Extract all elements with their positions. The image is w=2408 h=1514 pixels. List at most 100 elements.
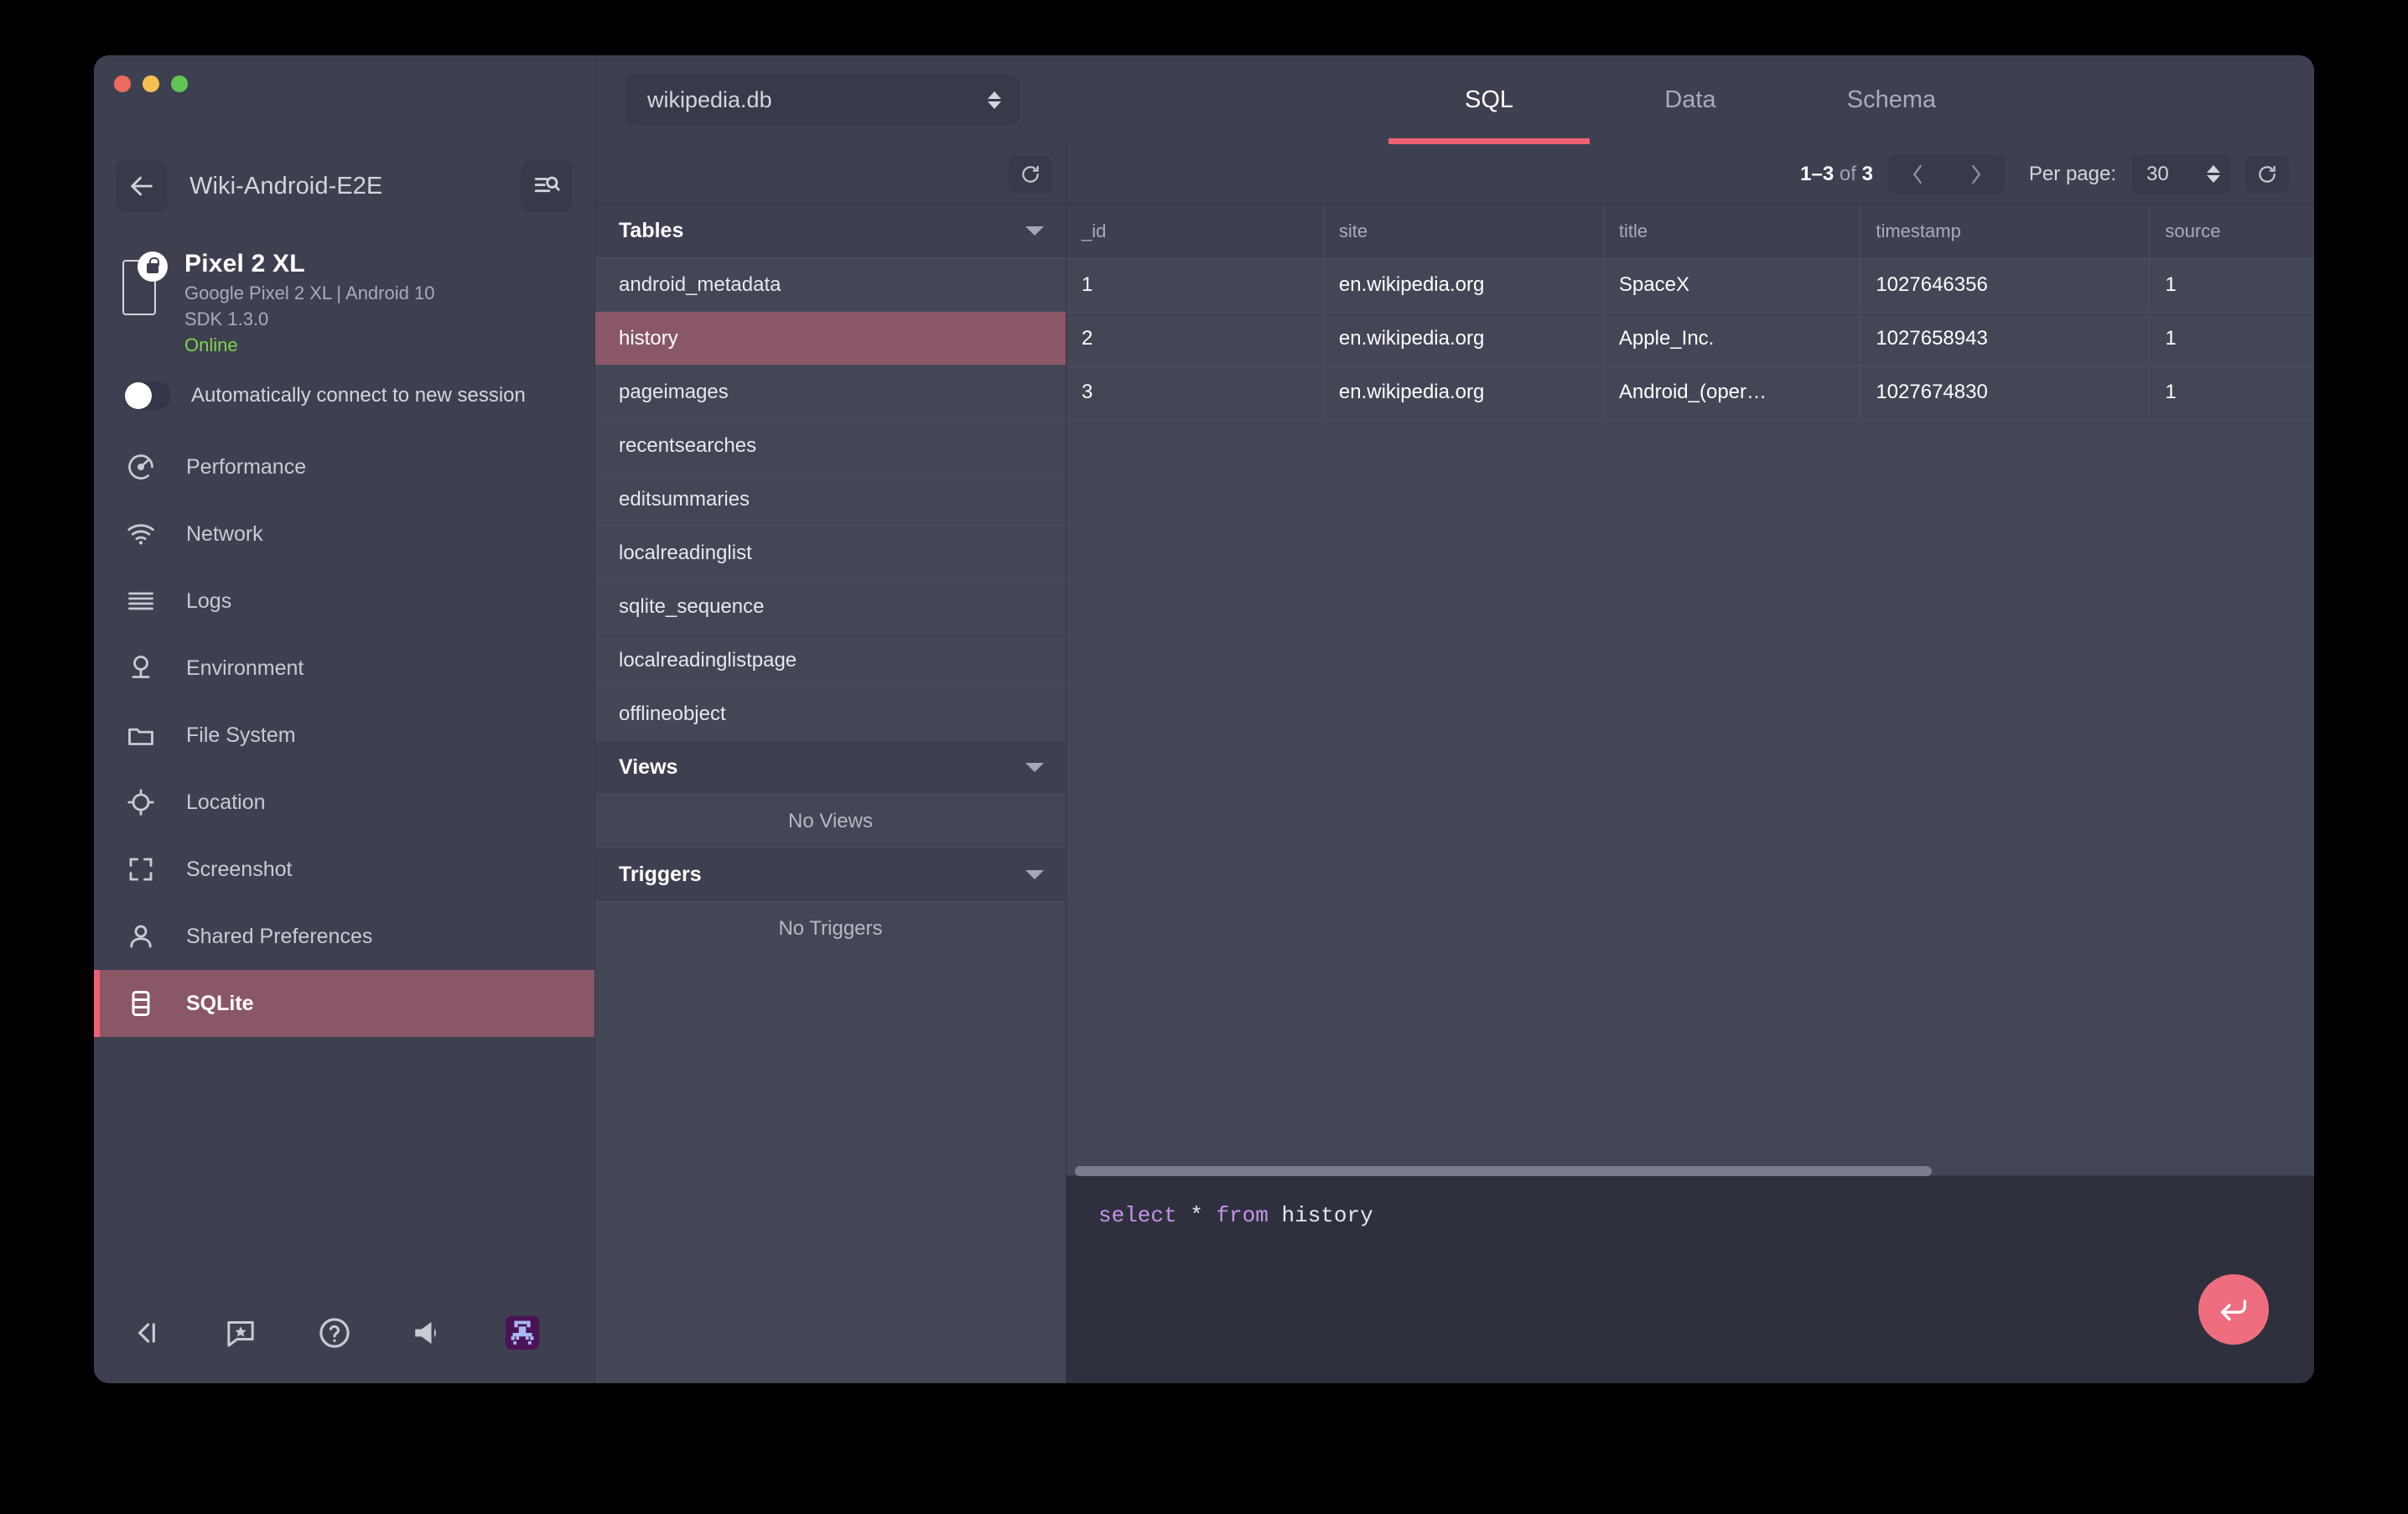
cell: 3: [1066, 366, 1323, 419]
table-list-item[interactable]: history: [595, 312, 1066, 366]
column-header[interactable]: timestamp: [1860, 205, 2150, 258]
sidebar-item-label: Environment: [186, 656, 304, 681]
chevron-left-icon: [1908, 162, 1927, 187]
db-selector-region: wikipedia.db: [595, 74, 1066, 126]
cell: Android_(oper…: [1603, 366, 1860, 419]
sidebar-item-logs[interactable]: Logs: [94, 568, 594, 635]
back-arrow-icon: [127, 172, 156, 200]
prev-page-button[interactable]: [1888, 154, 1947, 194]
next-page-button[interactable]: [1947, 154, 2006, 194]
maximize-window-button[interactable]: [171, 75, 188, 92]
sql-token-identifier: history: [1281, 1203, 1373, 1228]
sql-token-keyword: from: [1216, 1203, 1268, 1228]
table-list-item[interactable]: offlineobject: [595, 687, 1066, 741]
cell: en.wikipedia.org: [1323, 366, 1603, 419]
plugin-robot-icon[interactable]: [503, 1314, 542, 1352]
auto-connect-row[interactable]: Automatically connect to new session: [94, 356, 594, 410]
sidebar-item-label: File System: [186, 723, 296, 748]
cell: 1: [1066, 258, 1323, 312]
cell: Apple_Inc.: [1603, 312, 1860, 366]
sidebar-item-sqlite[interactable]: SQLite: [94, 970, 594, 1037]
table-row[interactable]: 3 en.wikipedia.org Android_(oper… 102767…: [1066, 366, 2314, 419]
section-header-triggers[interactable]: Triggers: [595, 848, 1066, 902]
feedback-icon[interactable]: [221, 1314, 260, 1352]
refresh-icon: [2256, 163, 2278, 185]
table-list-item[interactable]: android_metadata: [595, 258, 1066, 312]
back-button[interactable]: [116, 160, 168, 212]
folder-icon: [124, 718, 158, 752]
person-icon: [124, 920, 158, 953]
cell: SpaceX: [1603, 258, 1860, 312]
sidebar-item-performance[interactable]: Performance: [94, 433, 594, 500]
lines-icon: [124, 584, 158, 618]
table-list-item[interactable]: pageimages: [595, 366, 1066, 419]
traffic-lights: [114, 75, 188, 92]
gauge-icon: [124, 450, 158, 484]
tables-toolbar: [595, 144, 1066, 205]
tab-label: Schema: [1847, 86, 1936, 114]
table-row[interactable]: 1 en.wikipedia.org SpaceX 1027646356 1 n…: [1066, 258, 2314, 312]
column-header[interactable]: _id: [1066, 205, 1323, 258]
sidebar-item-label: Network: [186, 522, 263, 547]
run-query-button[interactable]: [2198, 1274, 2269, 1345]
chevron-updown-icon: [988, 91, 1001, 109]
table-list-item[interactable]: sqlite_sequence: [595, 580, 1066, 634]
sidebar-item-shared-preferences[interactable]: Shared Preferences: [94, 903, 594, 970]
lower-region: Tables android_metadata history pageimag…: [595, 144, 2314, 1383]
column-header[interactable]: site: [1323, 205, 1603, 258]
sidebar-item-file-system[interactable]: File System: [94, 702, 594, 769]
section-header-tables[interactable]: Tables: [595, 205, 1066, 258]
cell: en.wikipedia.org: [1323, 258, 1603, 312]
wifi-icon: [124, 517, 158, 551]
minimize-window-button[interactable]: [143, 75, 159, 92]
section-header-views[interactable]: Views: [595, 741, 1066, 795]
cell: en.wikipedia.org: [1323, 312, 1603, 366]
results-refresh-button[interactable]: [2245, 156, 2289, 193]
sidebar-item-screenshot[interactable]: Screenshot: [94, 836, 594, 903]
table-list-item[interactable]: localreadinglistpage: [595, 634, 1066, 687]
sql-token-space: [1269, 1203, 1282, 1228]
tab-schema[interactable]: Schema: [1791, 55, 1992, 144]
tab-sql[interactable]: SQL: [1388, 55, 1590, 144]
sidebar-item-label: Location: [186, 791, 266, 815]
page-arrows: [1888, 154, 2006, 194]
table-row[interactable]: 2 en.wikipedia.org Apple_Inc. 1027658943…: [1066, 312, 2314, 366]
device-status: Online: [184, 334, 434, 356]
auto-connect-toggle[interactable]: [124, 381, 171, 410]
refresh-icon: [1020, 163, 1041, 185]
database-select[interactable]: wikipedia.db: [625, 74, 1020, 126]
per-page-select[interactable]: 30: [2131, 154, 2230, 194]
sql-token-space: [1203, 1203, 1217, 1228]
device-sdk: SDK 1.3.0: [184, 309, 434, 330]
chevron-down-icon: [1025, 763, 1044, 772]
close-window-button[interactable]: [114, 75, 131, 92]
logs-search-button[interactable]: [521, 160, 573, 212]
triggers-empty-label: No Triggers: [595, 902, 1066, 956]
sidebar-item-location[interactable]: Location: [94, 769, 594, 836]
cell: 1: [2150, 258, 2314, 312]
sidebar-item-label: Screenshot: [186, 858, 292, 882]
table-list-item[interactable]: localreadinglist: [595, 526, 1066, 580]
table-list-item[interactable]: editsummaries: [595, 473, 1066, 526]
results-grid-wrap: _id site title timestamp source namespac…: [1066, 205, 2314, 1175]
announcement-icon[interactable]: [409, 1314, 448, 1352]
collapse-sidebar-icon[interactable]: [127, 1314, 166, 1352]
editor-horizontal-scrollbar[interactable]: [1075, 1166, 1932, 1176]
crosshair-icon: [124, 786, 158, 819]
left-sidebar: Wiki-Android-E2E Pixel 2 XL: [94, 55, 595, 1383]
sidebar-item-network[interactable]: Network: [94, 500, 594, 568]
sidebar-item-label: Shared Preferences: [186, 925, 372, 949]
sidebar-item-environment[interactable]: Environment: [94, 635, 594, 702]
sql-editor[interactable]: select * from history: [1066, 1175, 2314, 1383]
sql-query-text[interactable]: select * from history: [1066, 1176, 2314, 1228]
app-window: Wiki-Android-E2E Pixel 2 XL: [94, 55, 2314, 1383]
tab-data[interactable]: Data: [1590, 55, 1791, 144]
table-list-item[interactable]: recentsearches: [595, 419, 1066, 473]
help-icon[interactable]: [315, 1314, 354, 1352]
column-header[interactable]: source: [2150, 205, 2314, 258]
tab-label: SQL: [1465, 86, 1513, 114]
sql-token-keyword: select: [1098, 1203, 1177, 1228]
sql-token-operator: *: [1190, 1203, 1203, 1228]
column-header[interactable]: title: [1603, 205, 1860, 258]
tables-refresh-button[interactable]: [1009, 156, 1052, 193]
